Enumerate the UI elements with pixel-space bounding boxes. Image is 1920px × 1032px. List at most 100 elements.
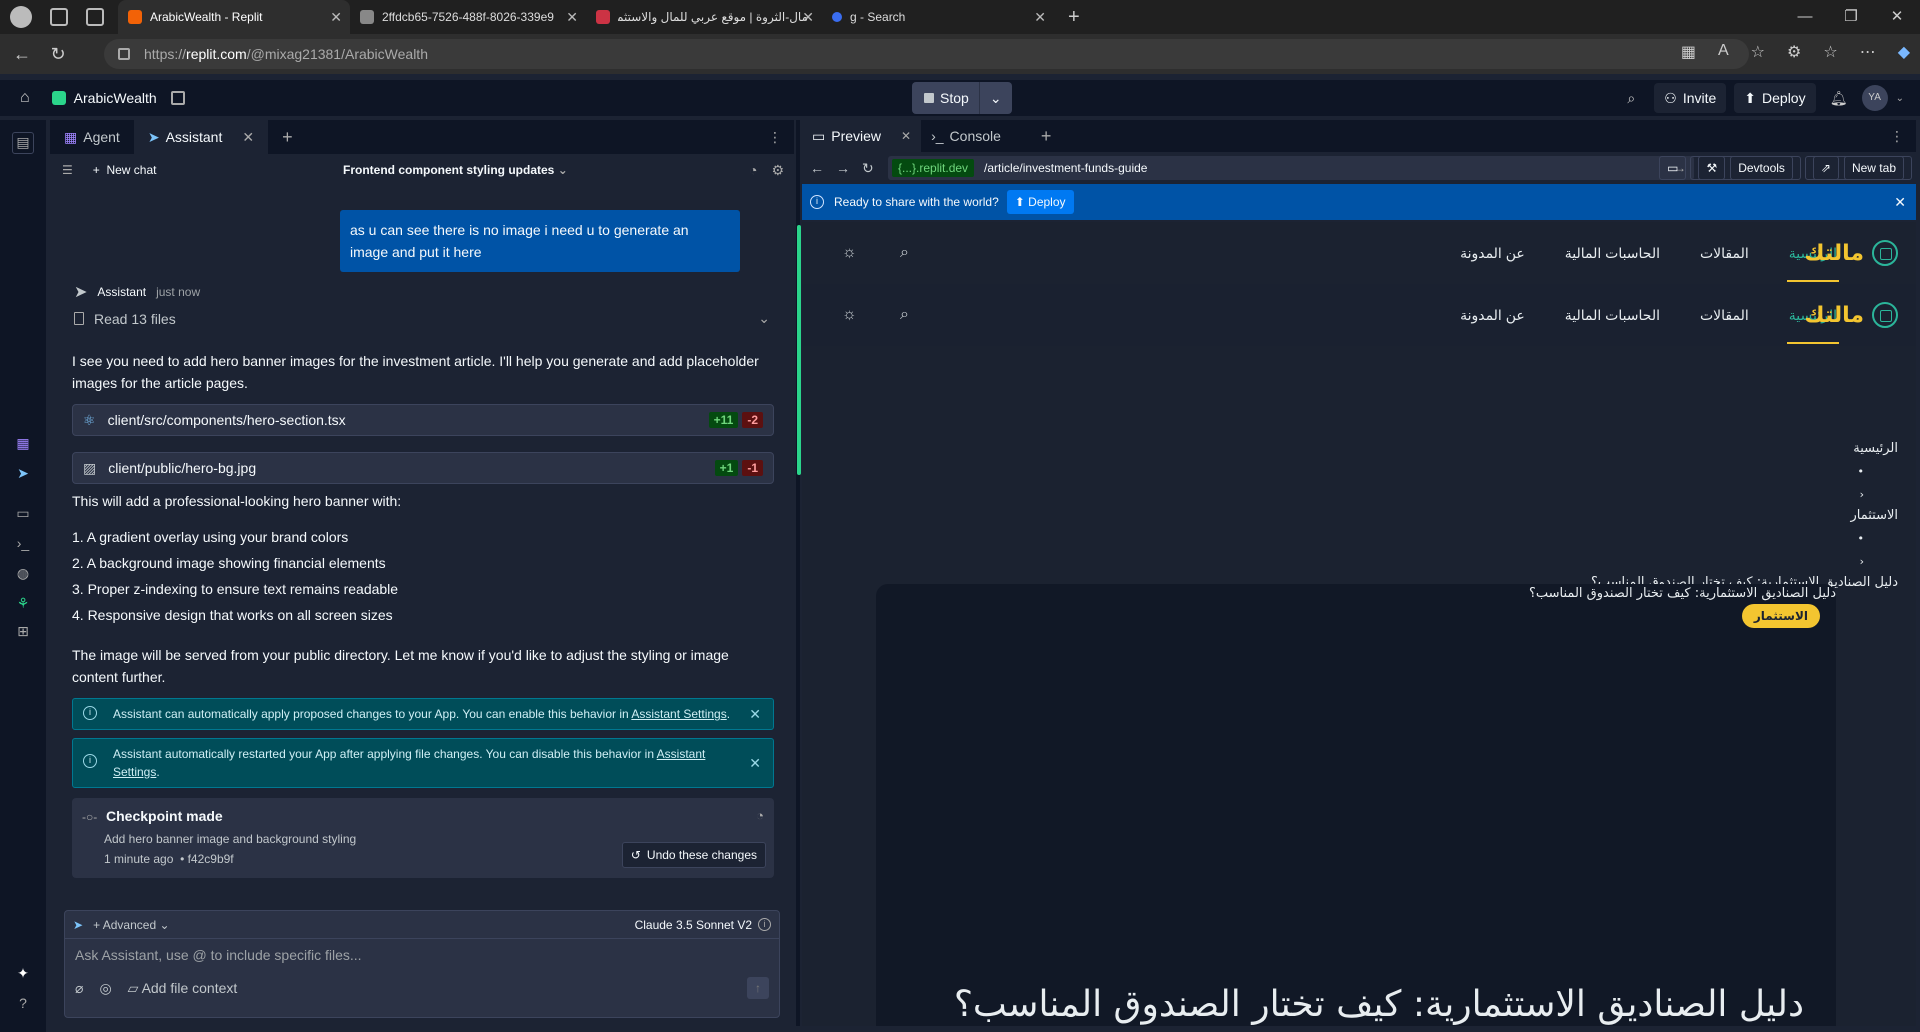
- file-change-card[interactable]: ▨ client/public/hero-bg.jpg +1 -1: [72, 452, 774, 484]
- gear-icon[interactable]: ⚙: [771, 162, 784, 179]
- sun-icon[interactable]: ☼: [842, 244, 857, 262]
- file-change-card[interactable]: ⚛ client/src/components/hero-section.tsx…: [72, 404, 774, 436]
- tab-preview[interactable]: ▭ Preview ✕: [802, 120, 922, 152]
- database-icon[interactable]: ◍: [14, 564, 32, 582]
- repl-info-icon[interactable]: [170, 91, 185, 105]
- logo-icon[interactable]: [1872, 240, 1898, 266]
- minimize-button[interactable]: —: [1782, 0, 1828, 34]
- category-badge[interactable]: الاستثمار: [1741, 604, 1820, 628]
- breadcrumb-investment[interactable]: الاستثمار: [1498, 507, 1898, 524]
- nav-link-calculators[interactable]: الحاسبات المالية: [1565, 307, 1660, 324]
- agent-icon[interactable]: ▦: [14, 434, 32, 452]
- close-icon[interactable]: ✕: [749, 705, 761, 723]
- checkpoint-hash[interactable]: • f42c9b9f: [180, 852, 234, 866]
- logo-icon[interactable]: [1872, 302, 1898, 328]
- secrets-icon[interactable]: ⚘: [14, 594, 32, 612]
- site-brand[interactable]: مالتك: [1804, 240, 1864, 266]
- search-icon[interactable]: ⌕: [1616, 83, 1646, 113]
- nav-link-calculators[interactable]: الحاسبات المالية: [1565, 245, 1660, 262]
- undo-changes-button[interactable]: ↺ Undo these changes: [621, 842, 766, 868]
- app-available-icon[interactable]: ▦: [1681, 42, 1696, 62]
- menu-icon[interactable]: ☰: [62, 163, 73, 177]
- files-icon[interactable]: ▤: [12, 132, 34, 154]
- new-chat-button[interactable]: + New chat: [93, 163, 157, 177]
- nav-link-articles[interactable]: المقالات: [1700, 307, 1749, 324]
- info-icon[interactable]: i: [758, 918, 771, 931]
- profile-icon[interactable]: [10, 6, 32, 28]
- tab-console[interactable]: ›_ Console: [921, 120, 1027, 152]
- history-icon[interactable]: ◔: [756, 808, 764, 823]
- chat-scrollbar[interactable]: [797, 225, 801, 475]
- close-icon[interactable]: ✕: [242, 129, 254, 146]
- refresh-icon[interactable]: ↻: [44, 44, 72, 65]
- browser-tab-search[interactable]: g - Search ✕: [822, 0, 1054, 34]
- breadcrumb-home[interactable]: الرئيسية: [1498, 440, 1898, 457]
- chat-messages[interactable]: as u can see there is no image i need u …: [50, 186, 794, 900]
- tab-assistant[interactable]: ➤ Assistant ✕: [133, 120, 269, 154]
- workspaces-icon[interactable]: [50, 8, 68, 26]
- close-icon[interactable]: ✕: [901, 129, 911, 143]
- preview-url-bar[interactable]: {...}.replit.dev /article/investment-fun…: [888, 156, 1694, 180]
- deploy-button[interactable]: ⬆ Deploy: [1734, 83, 1816, 113]
- repl-name[interactable]: ArabicWealth: [74, 90, 157, 106]
- sun-icon[interactable]: ☼: [842, 306, 857, 324]
- tab-agent[interactable]: ▦ Agent: [50, 120, 134, 154]
- bell-icon[interactable]: 🔔︎: [1824, 83, 1854, 113]
- close-icon[interactable]: ✕: [802, 9, 814, 26]
- new-tab-button[interactable]: ⇗ New tab: [1804, 156, 1912, 180]
- address-bar[interactable]: https://replit.com/@mixag21381/ArabicWea…: [104, 39, 1749, 69]
- copilot-icon[interactable]: ◆: [1898, 42, 1910, 62]
- search-icon[interactable]: ⌕: [900, 244, 909, 262]
- nav-link-about[interactable]: عن المدونة: [1460, 245, 1525, 262]
- stop-button[interactable]: Stop ⌄: [912, 82, 1012, 114]
- favorites-icon[interactable]: ☆: [1823, 42, 1837, 62]
- browser-tab-replit[interactable]: ArabicWealth - Replit ✕: [118, 0, 350, 34]
- new-tab-button[interactable]: +: [1068, 6, 1080, 29]
- webview-icon[interactable]: ▭: [14, 504, 32, 522]
- site-brand[interactable]: مالتك: [1804, 302, 1864, 328]
- close-icon[interactable]: ✕: [566, 9, 578, 26]
- more-options-icon[interactable]: ⋮: [768, 129, 782, 146]
- search-icon[interactable]: ⌕: [900, 306, 909, 324]
- favorite-star-icon[interactable]: ☆: [1751, 42, 1765, 62]
- dev-domain-badge[interactable]: {...}.replit.dev: [892, 159, 975, 177]
- history-icon[interactable]: ◔: [749, 162, 757, 179]
- nav-link-articles[interactable]: المقالات: [1700, 245, 1749, 262]
- read-aloud-icon[interactable]: A: [1718, 42, 1729, 62]
- avatar[interactable]: YA: [1861, 85, 1888, 111]
- chevron-down-icon[interactable]: ⌄: [1896, 93, 1904, 104]
- close-icon[interactable]: ✕: [749, 754, 761, 772]
- send-button[interactable]: ↑: [747, 977, 769, 999]
- back-arrow-icon[interactable]: ←: [810, 160, 824, 176]
- browser-tab-site[interactable]: مال-الثروة | موقع عربي للمال والاستثمار …: [586, 0, 822, 34]
- browser-tab-uuid[interactable]: 2ffdcb65-7526-488f-8026-339e9 ✕: [350, 0, 586, 34]
- read-files-toggle[interactable]: Read 13 files ⌄: [74, 310, 770, 327]
- back-arrow-icon[interactable]: ←: [8, 44, 36, 65]
- home-icon[interactable]: ⌂: [20, 89, 30, 107]
- shell-icon[interactable]: ›_: [14, 534, 32, 552]
- close-window-button[interactable]: ✕: [1874, 0, 1920, 34]
- extensions-icon[interactable]: ⚙: [1787, 42, 1801, 62]
- mention-icon[interactable]: ◎: [99, 980, 111, 997]
- add-file-context-button[interactable]: ▱ Add file context: [128, 980, 238, 997]
- deploy-button[interactable]: ⬆ Deploy: [1006, 190, 1074, 214]
- close-icon[interactable]: ✕: [330, 9, 342, 26]
- chevron-down-icon[interactable]: ⌄: [978, 82, 1012, 114]
- model-selector[interactable]: Claude 3.5 Sonnet V2: [635, 918, 752, 932]
- help-icon[interactable]: ?: [14, 994, 32, 1012]
- add-tab-button[interactable]: +: [282, 127, 293, 148]
- refresh-icon[interactable]: ↻: [862, 160, 874, 177]
- close-icon[interactable]: ✕: [1034, 9, 1046, 26]
- more-options-icon[interactable]: ⋮: [1890, 128, 1904, 145]
- forward-arrow-icon[interactable]: →: [836, 160, 850, 176]
- assistant-settings-link[interactable]: Assistant Settings: [631, 707, 726, 721]
- add-tab-button[interactable]: +: [1041, 126, 1052, 147]
- all-tools-icon[interactable]: ⊞: [14, 622, 32, 640]
- device-icon[interactable]: ▭: [1659, 156, 1687, 180]
- assistant-icon[interactable]: ➤: [14, 464, 32, 482]
- maximize-button[interactable]: ❐: [1828, 0, 1874, 34]
- attachment-icon[interactable]: ⌀: [75, 980, 83, 997]
- advanced-toggle[interactable]: + Advanced ⌄: [93, 918, 169, 932]
- devtools-button[interactable]: ⚒ Devtools: [1690, 156, 1801, 180]
- more-menu-icon[interactable]: ⋯: [1860, 42, 1876, 62]
